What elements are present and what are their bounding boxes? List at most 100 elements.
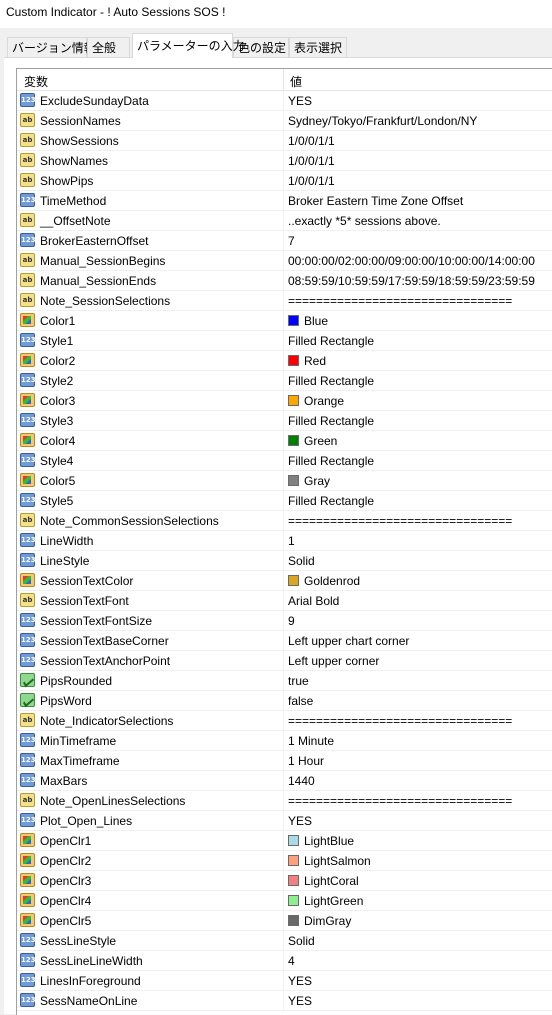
parameter-row[interactable]: 123 SessionTextFontSize 9 bbox=[17, 611, 552, 631]
tab-input-parameters[interactable]: パラメーターの入力 bbox=[132, 33, 245, 58]
parameter-value[interactable]: Filled Rectangle bbox=[288, 454, 374, 468]
parameter-value[interactable]: Goldenrod bbox=[288, 574, 360, 588]
parameter-value[interactable]: 4 bbox=[288, 954, 295, 968]
parameter-value[interactable]: LightSalmon bbox=[288, 854, 371, 868]
parameter-row[interactable]: ab SessionNames Sydney/Tokyo/Frankfurt/Lon… bbox=[17, 111, 552, 131]
parameter-row[interactable]: 123 Style4 Filled Rectangle bbox=[17, 451, 552, 471]
parameter-value[interactable]: 08:59:59/10:59:59/17:59:59/18:59:59/23:5… bbox=[288, 274, 535, 288]
parameter-value[interactable]: true bbox=[288, 674, 309, 688]
parameter-value[interactable]: Gray bbox=[288, 474, 330, 488]
parameter-value[interactable]: 1/0/0/1/1 bbox=[288, 134, 335, 148]
parameter-value[interactable]: Sydney/Tokyo/Frankfurt/London/NY bbox=[288, 114, 477, 128]
parameter-row[interactable]: OpenClr4 LightGreen bbox=[17, 891, 552, 911]
parameter-value[interactable]: YES bbox=[288, 994, 312, 1008]
parameter-row[interactable]: 123 Style1 Filled Rectangle bbox=[17, 331, 552, 351]
parameter-value[interactable]: 9 bbox=[288, 614, 295, 628]
parameter-value[interactable]: Arial Bold bbox=[288, 594, 339, 608]
parameter-row[interactable]: 123 TimeMethod Broker Eastern Time Zone Of… bbox=[17, 191, 552, 211]
parameter-value[interactable]: 7 bbox=[288, 234, 295, 248]
parameter-row[interactable]: 123 Plot_Open_Lines YES bbox=[17, 811, 552, 831]
parameter-row[interactable]: 123 SessionTextBaseCorner Left upper chart… bbox=[17, 631, 552, 651]
parameter-row[interactable]: PipsRounded true bbox=[17, 671, 552, 691]
parameter-value[interactable]: Solid bbox=[288, 934, 315, 948]
parameter-row[interactable]: 123 SessLineLineWidth 4 bbox=[17, 951, 552, 971]
parameter-row[interactable]: 123 LineStyle Solid bbox=[17, 551, 552, 571]
parameter-row[interactable]: 123 Style3 Filled Rectangle bbox=[17, 411, 552, 431]
tab-visualization[interactable]: 表示選択 bbox=[289, 37, 347, 57]
parameter-value[interactable]: YES bbox=[288, 94, 312, 108]
parameter-value[interactable]: Filled Rectangle bbox=[288, 334, 374, 348]
parameter-row[interactable]: ab Note_CommonSessionSelections ==========… bbox=[17, 511, 552, 531]
parameter-row[interactable]: ab ShowNames 1/0/0/1/1 bbox=[17, 151, 552, 171]
parameter-value[interactable]: Left upper corner bbox=[288, 654, 379, 668]
parameter-row[interactable]: OpenClr3 LightCoral bbox=[17, 871, 552, 891]
parameter-value[interactable]: 1 Hour bbox=[288, 754, 324, 768]
parameter-value[interactable]: ..exactly *5* sessions above. bbox=[288, 214, 441, 228]
parameter-value[interactable]: Left upper chart corner bbox=[288, 634, 409, 648]
parameter-row[interactable]: Color5 Gray bbox=[17, 471, 552, 491]
header-value[interactable]: 値 bbox=[290, 73, 302, 90]
parameter-value[interactable]: YES bbox=[288, 974, 312, 988]
parameter-value-text: Goldenrod bbox=[304, 574, 361, 588]
parameter-value[interactable]: 1/0/0/1/1 bbox=[288, 174, 335, 188]
parameter-row[interactable]: OpenClr1 LightBlue bbox=[17, 831, 552, 851]
parameter-row[interactable]: 123 BrokerEasternOffset 7 bbox=[17, 231, 552, 251]
parameter-row[interactable]: 123 MaxBars 1440 bbox=[17, 771, 552, 791]
parameter-value[interactable]: Red bbox=[288, 354, 326, 368]
parameter-row[interactable]: ab Note_SessionSelections ================… bbox=[17, 291, 552, 311]
parameter-row[interactable]: 123 SessLineStyle Solid bbox=[17, 931, 552, 951]
parameter-value[interactable]: DimGray bbox=[288, 914, 351, 928]
parameter-value[interactable]: LightCoral bbox=[288, 874, 359, 888]
parameter-row[interactable]: 123 SessionTextAnchorPoint Left upper corn… bbox=[17, 651, 552, 671]
parameter-row[interactable]: 123 LinesInForeground YES bbox=[17, 971, 552, 991]
parameter-row[interactable]: OpenClr2 LightSalmon bbox=[17, 851, 552, 871]
parameter-value[interactable]: ================================ bbox=[288, 514, 512, 528]
parameter-value[interactable]: LightBlue bbox=[288, 834, 354, 848]
parameter-row[interactable]: 123 SessNameOnLine YES bbox=[17, 991, 552, 1011]
parameter-row[interactable]: 123 MaxTimeframe 1 Hour bbox=[17, 751, 552, 771]
parameter-row[interactable]: SessionTextColor Goldenrod bbox=[17, 571, 552, 591]
parameter-row[interactable]: Color3 Orange bbox=[17, 391, 552, 411]
parameter-value[interactable]: ================================ bbox=[288, 794, 512, 808]
parameter-value[interactable]: 00:00:00/02:00:00/09:00:00/10:00:00/14:0… bbox=[288, 254, 535, 268]
parameter-value[interactable]: Green bbox=[288, 434, 337, 448]
header-variable[interactable]: 変数 bbox=[24, 73, 48, 90]
parameter-row[interactable]: 123 ExcludeSundayData YES bbox=[17, 91, 552, 111]
parameter-row[interactable]: 123 LineWidth 1 bbox=[17, 531, 552, 551]
parameter-row[interactable]: ab Manual_SessionEnds 08:59:59/10:59:59/17… bbox=[17, 271, 552, 291]
tab-version-info[interactable]: バージョン情報 bbox=[7, 37, 96, 57]
parameter-value[interactable]: YES bbox=[288, 814, 312, 828]
parameter-row[interactable]: Color1 Blue bbox=[17, 311, 552, 331]
parameter-row[interactable]: ab ShowPips 1/0/0/1/1 bbox=[17, 171, 552, 191]
parameter-value[interactable]: 1440 bbox=[288, 774, 315, 788]
parameter-value[interactable]: 1 bbox=[288, 534, 295, 548]
parameter-value[interactable]: Filled Rectangle bbox=[288, 374, 374, 388]
parameter-row[interactable]: ab ShowSessions 1/0/0/1/1 bbox=[17, 131, 552, 151]
parameter-row[interactable]: ab SessionTextFont Arial Bold bbox=[17, 591, 552, 611]
parameter-row[interactable]: 123 Style2 Filled Rectangle bbox=[17, 371, 552, 391]
parameter-row[interactable]: 123 Style5 Filled Rectangle bbox=[17, 491, 552, 511]
parameter-value[interactable]: 1/0/0/1/1 bbox=[288, 154, 335, 168]
parameter-value[interactable]: Blue bbox=[288, 314, 328, 328]
parameter-row[interactable]: 123 MinTimeframe 1 Minute bbox=[17, 731, 552, 751]
parameter-value[interactable]: LightGreen bbox=[288, 894, 363, 908]
parameter-value[interactable]: ================================ bbox=[288, 714, 512, 728]
parameter-row[interactable]: Color2 Red bbox=[17, 351, 552, 371]
parameter-value[interactable]: Broker Eastern Time Zone Offset bbox=[288, 194, 463, 208]
parameter-value[interactable]: false bbox=[288, 694, 313, 708]
parameter-row[interactable]: ab Note_OpenLinesSelections ==============… bbox=[17, 791, 552, 811]
parameter-row[interactable]: PipsWord false bbox=[17, 691, 552, 711]
parameter-row[interactable]: ab Manual_SessionBegins 00:00:00/02:00:00/… bbox=[17, 251, 552, 271]
parameter-row[interactable]: ab Note_IndicatorSelections ==============… bbox=[17, 711, 552, 731]
parameter-row[interactable]: ab __OffsetNote ..exactly *5* sessions abo… bbox=[17, 211, 552, 231]
parameter-row[interactable]: OpenClr5 DimGray bbox=[17, 911, 552, 931]
parameter-value[interactable]: Solid bbox=[288, 554, 315, 568]
parameter-value[interactable]: ================================ bbox=[288, 294, 512, 308]
parameter-value[interactable]: 1 Minute bbox=[288, 734, 334, 748]
parameter-value[interactable]: Orange bbox=[288, 394, 344, 408]
parameter-value[interactable]: Filled Rectangle bbox=[288, 414, 374, 428]
header-divider[interactable] bbox=[283, 69, 284, 90]
tab-general[interactable]: 全般 bbox=[87, 37, 130, 57]
parameter-row[interactable]: Color4 Green bbox=[17, 431, 552, 451]
parameter-value[interactable]: Filled Rectangle bbox=[288, 494, 374, 508]
